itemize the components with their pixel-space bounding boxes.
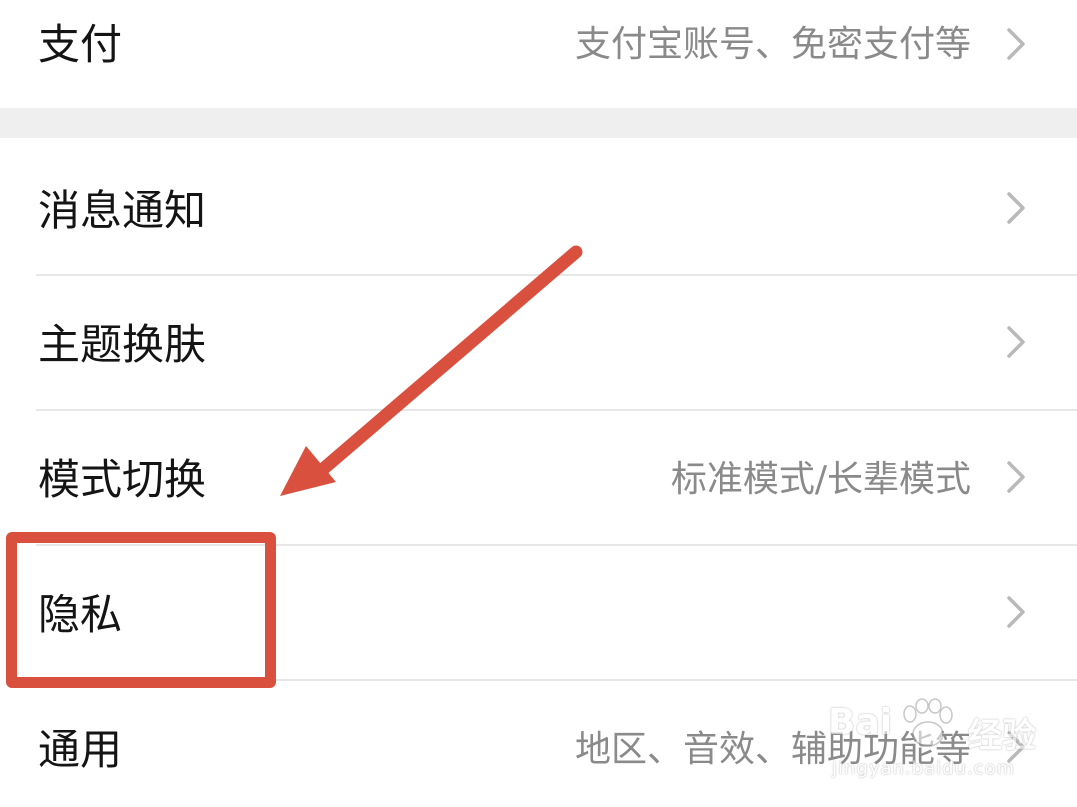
chevron-right-icon: [1007, 731, 1025, 763]
chevron-right-icon: [1007, 192, 1025, 224]
settings-item-label: 模式切换: [38, 455, 207, 504]
chevron-right-icon: [1007, 326, 1025, 358]
settings-item-label: 隐私: [38, 590, 123, 639]
chevron-right-icon: [1007, 461, 1025, 493]
settings-item-privacy[interactable]: 隐私: [0, 546, 1077, 679]
chevron-right-icon: [1007, 28, 1025, 60]
settings-item-detail: 支付宝账号、免密支付等: [574, 24, 971, 65]
settings-item-payment[interactable]: 支付 支付宝账号、免密支付等: [0, 0, 1077, 108]
chevron-right-icon: [1007, 596, 1025, 628]
settings-item-label: 主题换肤: [38, 320, 207, 369]
settings-item-theme[interactable]: 主题换肤: [0, 276, 1077, 409]
settings-item-detail: 标准模式/长辈模式: [670, 459, 971, 500]
section-separator: [0, 108, 1077, 138]
settings-item-label: 支付: [38, 20, 123, 69]
settings-list: 支付 支付宝账号、免密支付等 消息通知 主题换肤 模式切换 标准模式/长辈模式 …: [0, 0, 1077, 807]
settings-item-mode-switch[interactable]: 模式切换 标准模式/长辈模式: [0, 411, 1077, 544]
settings-item-label: 消息通知: [38, 186, 207, 235]
settings-item-detail: 地区、音效、辅助功能等: [574, 729, 971, 770]
settings-item-general[interactable]: 通用 地区、音效、辅助功能等: [0, 681, 1077, 807]
settings-item-label: 通用: [38, 725, 123, 774]
settings-item-notifications[interactable]: 消息通知: [0, 138, 1077, 274]
